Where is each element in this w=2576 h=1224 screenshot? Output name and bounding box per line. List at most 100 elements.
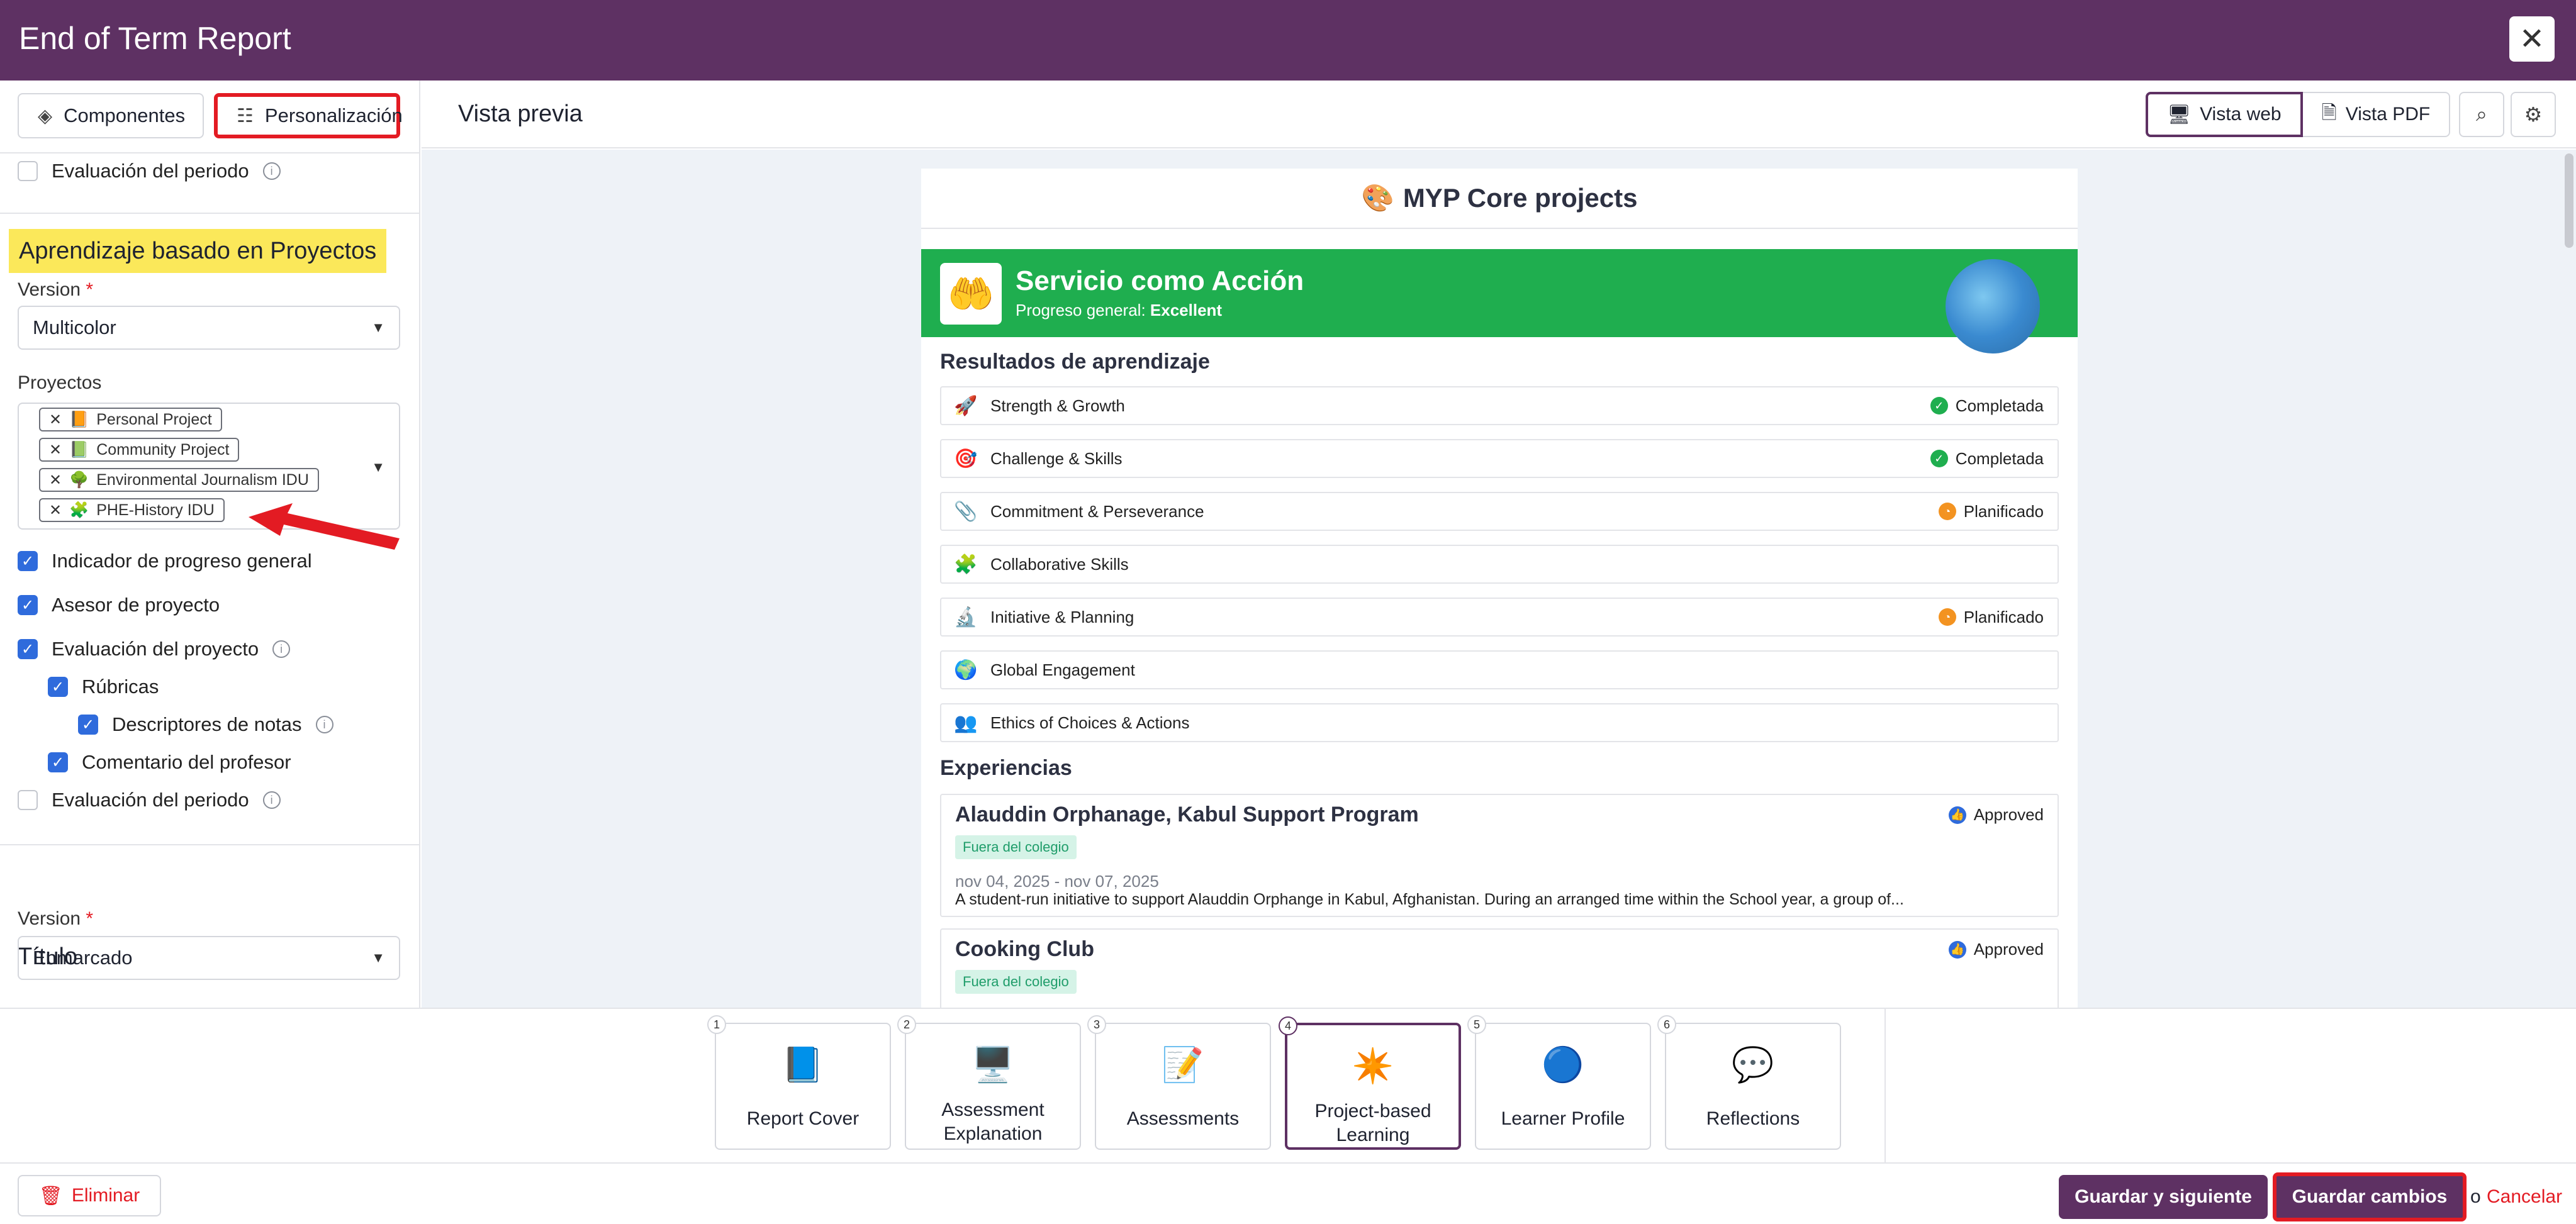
settings-button[interactable]: ⚙ bbox=[2511, 92, 2556, 137]
outcome-label: Challenge & Skills bbox=[990, 448, 1123, 468]
info-icon[interactable]: i bbox=[262, 162, 281, 180]
project-icon: 🧩 bbox=[69, 501, 89, 519]
step-number: 4 bbox=[1279, 1016, 1297, 1035]
cancel-link[interactable]: Cancelar bbox=[2487, 1186, 2562, 1208]
preview-search-button[interactable]: ⌕ bbox=[2459, 92, 2504, 137]
red-arrow-annotation bbox=[249, 503, 400, 550]
outcome-row: 🌍 Global Engagement bbox=[940, 650, 2059, 689]
assessments-icon: 📝 bbox=[1162, 1046, 1204, 1084]
checkbox-checked[interactable]: ✓ bbox=[18, 551, 38, 571]
tab-componentes[interactable]: ◈ Componentes bbox=[18, 93, 204, 138]
caret-down-icon: ▼ bbox=[371, 320, 385, 335]
doc-title: MYP Core projects bbox=[1403, 183, 1638, 213]
project-based-learning-icon: ✴️ bbox=[1352, 1047, 1394, 1085]
step-learner-profile[interactable]: 5 🔵 Learner Profile bbox=[1467, 1015, 1651, 1150]
project-chip[interactable]: ✕ 📙 Personal Project bbox=[39, 408, 222, 431]
outcomes-heading: Resultados de aprendizaje bbox=[940, 350, 1210, 374]
section-stepper: 1 📘 Report Cover 2 🖥️ Assessment Explana… bbox=[0, 1008, 2576, 1164]
remove-icon[interactable]: ✕ bbox=[49, 501, 62, 520]
layers-icon: ◈ bbox=[38, 105, 53, 126]
service-banner: 🤲 Servicio como Acción Progreso general:… bbox=[921, 249, 2078, 353]
tab-personalizacion[interactable]: ☷ Personalización bbox=[214, 93, 403, 138]
option-label: Rúbricas bbox=[82, 676, 159, 698]
section-title: Aprendizaje basado en Proyectos bbox=[9, 229, 387, 273]
project-chip[interactable]: ✕ 🌳 Environmental Journalism IDU bbox=[39, 468, 319, 492]
step-number: 1 bbox=[707, 1015, 726, 1034]
save-and-next-button[interactable]: Guardar y siguiente bbox=[2059, 1175, 2268, 1219]
option-row[interactable]: ✓ Evaluación del proyecto i bbox=[18, 638, 291, 660]
option-row[interactable]: ✓ Comentario del profesor bbox=[48, 751, 291, 774]
step-report-cover[interactable]: 1 📘 Report Cover bbox=[707, 1015, 891, 1150]
view-web-button[interactable]: 🖥 Vista web bbox=[2146, 92, 2303, 137]
title-version-select[interactable]: Enmarcado ▼ bbox=[18, 936, 400, 980]
report-cover-icon: 📘 bbox=[781, 1046, 824, 1084]
step-number: 3 bbox=[1087, 1015, 1106, 1034]
remove-icon[interactable]: ✕ bbox=[49, 411, 62, 429]
preview-scrollbar[interactable] bbox=[2565, 153, 2573, 248]
info-icon[interactable]: i bbox=[315, 716, 333, 733]
option-row[interactable]: ✓ Asesor de proyecto bbox=[18, 594, 220, 616]
outcome-status: ✓ Completada bbox=[1930, 449, 2044, 469]
outcome-row: 🔬 Initiative & Planning ◔ Planificado bbox=[940, 598, 2059, 637]
sidebar-tabs: ◈ Componentes ☷ Personalización bbox=[0, 81, 419, 153]
delete-button[interactable]: 🗑 Eliminar bbox=[18, 1175, 161, 1216]
version-label: Version * bbox=[18, 279, 94, 300]
version-value: Multicolor bbox=[33, 316, 116, 338]
option-row[interactable]: ✓ Rúbricas bbox=[48, 676, 159, 698]
remove-icon[interactable]: ✕ bbox=[49, 471, 62, 489]
step-assessments[interactable]: 3 📝 Assessments bbox=[1087, 1015, 1271, 1150]
close-button[interactable]: ✕ bbox=[2509, 16, 2555, 62]
caret-down-icon: ▼ bbox=[371, 950, 385, 965]
outcome-status: ✓ Completada bbox=[1930, 396, 2044, 416]
assessment-explanation-icon: 🖥️ bbox=[972, 1046, 1014, 1084]
experience-card[interactable]: Alauddin Orphanage, Kabul Support Progra… bbox=[940, 794, 2059, 917]
experience-date: nov 04, 2025 - nov 07, 2025 bbox=[955, 872, 1159, 891]
caret-down-icon: ▼ bbox=[371, 459, 385, 475]
report-document: 🎨 MYP Core projects 🤲 Servicio como Acci… bbox=[921, 169, 2078, 1008]
save-button[interactable]: Guardar cambios bbox=[2273, 1172, 2467, 1221]
project-label: Personal Project bbox=[96, 410, 212, 428]
outcome-icon: 📎 bbox=[954, 501, 978, 522]
outcome-label: Initiative & Planning bbox=[990, 607, 1134, 626]
checkbox[interactable] bbox=[18, 161, 38, 181]
checkbox-checked[interactable]: ✓ bbox=[18, 639, 38, 659]
remove-icon[interactable]: ✕ bbox=[49, 441, 62, 459]
header-bar: End of Term Report ✕ bbox=[0, 0, 2576, 81]
checkbox-checked[interactable]: ✓ bbox=[78, 715, 98, 735]
view-pdf-button[interactable]: 🗎 Vista PDF bbox=[2302, 92, 2451, 137]
info-icon[interactable]: i bbox=[262, 791, 281, 809]
experience-title: Cooking Club bbox=[955, 937, 1094, 961]
outcome-label: Commitment & Perseverance bbox=[990, 501, 1204, 521]
option-row[interactable]: ✓ Descriptores de notas i bbox=[78, 713, 333, 736]
step-label: Assessment Explanation bbox=[941, 1099, 1044, 1144]
outcome-status: ◔ Planificado bbox=[1938, 502, 2044, 521]
experience-status: 👍 Approved bbox=[1948, 805, 2044, 825]
project-label: PHE-History IDU bbox=[96, 501, 215, 519]
project-chip[interactable]: ✕ 🧩 PHE-History IDU bbox=[39, 498, 225, 522]
tab-label: Componentes bbox=[64, 104, 186, 126]
learner-profile-icon: 🔵 bbox=[1542, 1046, 1584, 1084]
checkbox-checked[interactable]: ✓ bbox=[18, 595, 38, 615]
step-assessment-explanation[interactable]: 2 🖥️ Assessment Explanation bbox=[897, 1015, 1081, 1150]
checkbox-checked[interactable]: ✓ bbox=[48, 677, 68, 697]
project-chip[interactable]: ✕ 📗 Community Project bbox=[39, 438, 240, 462]
clock-icon: ◔ bbox=[1938, 608, 1956, 626]
thumbs-up-icon: 👍 bbox=[1948, 940, 1966, 959]
reflections-icon: 💬 bbox=[1732, 1046, 1774, 1084]
outcome-icon: 🧩 bbox=[954, 554, 978, 575]
checkbox-checked[interactable]: ✓ bbox=[48, 752, 68, 772]
checkbox[interactable] bbox=[18, 790, 38, 810]
period-eval-top-row[interactable]: Evaluación del periodo i bbox=[18, 160, 281, 182]
project-label: Community Project bbox=[96, 440, 230, 459]
option-row[interactable]: Evaluación del periodo i bbox=[18, 789, 281, 811]
experience-card[interactable]: Cooking Club 👍 Approved Fuera del colegio bbox=[940, 928, 2059, 1008]
step-reflections[interactable]: 6 💬 Reflections bbox=[1657, 1015, 1841, 1150]
step-project-based-learning[interactable]: 4 ✴️ Project-based Learning bbox=[1279, 1016, 1461, 1150]
option-label: Comentario del profesor bbox=[82, 751, 291, 773]
stepper-divider bbox=[1884, 1009, 1886, 1164]
info-icon[interactable]: i bbox=[272, 640, 291, 658]
checkbox-label: Evaluación del periodo bbox=[52, 160, 249, 182]
footer-bar: 🗑 Eliminar Guardar y siguiente Guardar c… bbox=[0, 1162, 2576, 1224]
location-badge: Fuera del colegio bbox=[955, 970, 1077, 994]
version-select[interactable]: Multicolor ▼ bbox=[18, 306, 400, 350]
